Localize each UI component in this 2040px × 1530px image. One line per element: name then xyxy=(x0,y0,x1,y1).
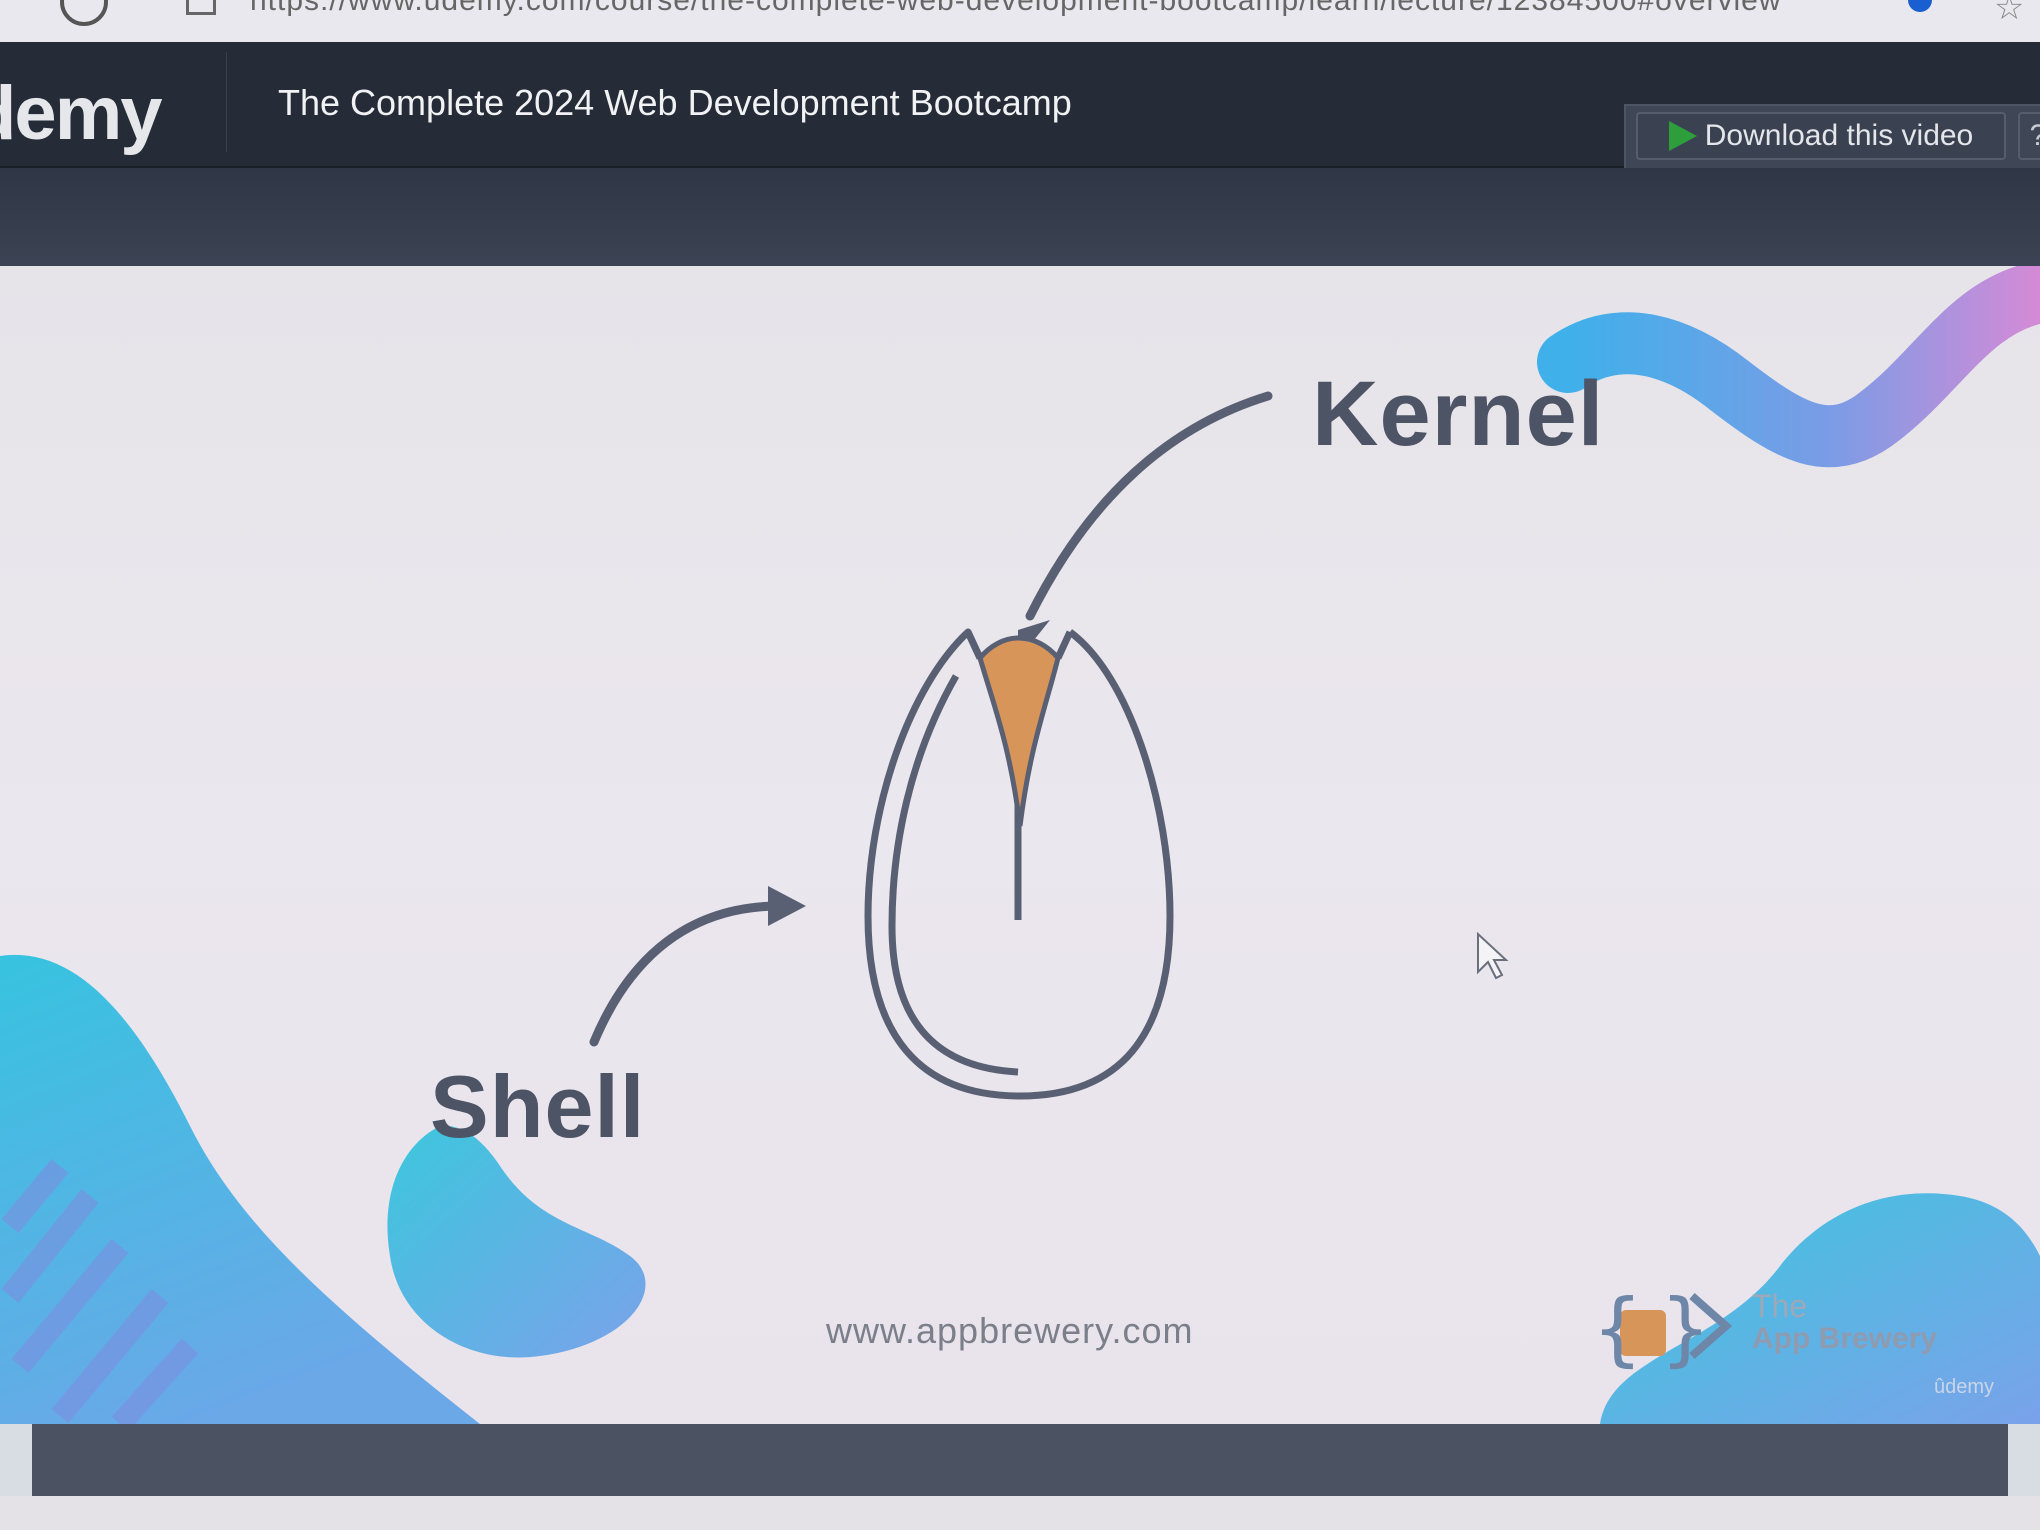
frame-edge-left xyxy=(0,1424,32,1496)
course-title[interactable]: The Complete 2024 Web Development Bootca… xyxy=(278,82,1072,124)
player-controls-bar[interactable] xyxy=(32,1424,2008,1496)
page-bottom xyxy=(0,1496,2040,1530)
kernel-arrow xyxy=(1025,391,1273,621)
header-band xyxy=(0,168,2040,266)
svg-text:{: { xyxy=(1592,1282,1643,1375)
site-info-icon[interactable] xyxy=(186,0,216,15)
decorative-wave xyxy=(1537,266,2040,468)
download-video-button[interactable]: Download this video xyxy=(1636,112,2006,160)
shell-arrowhead xyxy=(768,886,806,926)
svg-text:}: } xyxy=(1660,1282,1711,1375)
udemy-watermark: ûdemy xyxy=(1934,1376,1995,1398)
download-toolbar: Download this video ? xyxy=(1624,104,2040,170)
bookmark-star-icon[interactable]: ☆ xyxy=(1994,0,2024,28)
header-divider xyxy=(226,52,227,152)
kernel xyxy=(977,635,1061,827)
play-icon xyxy=(1668,121,1697,151)
slide-illustration: { } xyxy=(0,266,2040,1424)
brand-the-text: The xyxy=(1752,1288,1808,1324)
reload-icon[interactable] xyxy=(60,0,108,26)
url-field[interactable]: https://www.udemy.com/course/the-complet… xyxy=(250,0,1782,18)
course-header: demy The Complete 2024 Web Development B… xyxy=(0,42,2040,170)
kernel-label: Kernel xyxy=(1312,363,1605,465)
help-button[interactable]: ? xyxy=(2018,112,2040,160)
video-player[interactable]: { } Kernel Shell www.appbrewery.com The … xyxy=(0,266,2040,1424)
mouse-cursor-icon xyxy=(1477,931,1509,980)
frame-edge-right xyxy=(2008,1424,2040,1496)
shell-label: Shell xyxy=(430,1057,646,1156)
udemy-logo[interactable]: demy xyxy=(0,70,163,157)
decorative-blob-small xyxy=(387,1125,646,1358)
website-text: www.appbrewery.com xyxy=(826,1310,1194,1351)
shield-icon[interactable] xyxy=(1908,0,1932,12)
browser-address-bar: https://www.udemy.com/course/the-complet… xyxy=(0,0,2040,42)
brand-name-text: App Brewery xyxy=(1752,1322,1938,1355)
shell-arrow xyxy=(589,901,785,1047)
download-video-label: Download this video xyxy=(1704,119,1974,152)
